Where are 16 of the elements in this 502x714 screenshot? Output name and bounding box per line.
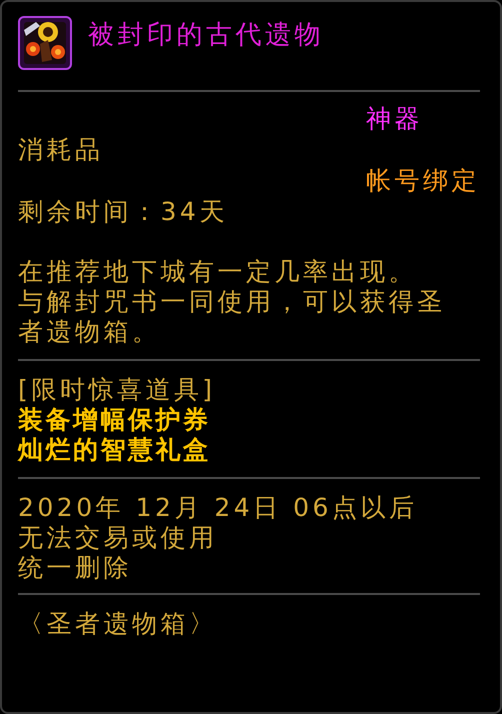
remaining-time: 剩余时间：34天 [18, 197, 229, 227]
surprise-item: 装备增幅保护券 [18, 405, 212, 435]
description-line: 者遗物箱。 [18, 317, 162, 347]
description-line: 与解封咒书一同使用，可以获得圣 [18, 287, 446, 317]
expiry-line: 统一删除 [18, 553, 133, 583]
description-line: 在推荐地下城有一定几率出现。 [18, 257, 418, 287]
binding-status: 帐号绑定 [366, 166, 480, 197]
expiry-line: 2020年 12月 24日 06点以后 [18, 493, 418, 523]
item-icon [18, 16, 72, 70]
surprise-label: [限时惊喜道具] [18, 375, 217, 405]
surprise-item: 灿烂的智慧礼盒 [18, 435, 212, 465]
item-name: 被封印的古代遗物 [88, 20, 324, 50]
item-type: 消耗品 [18, 135, 104, 166]
expiry-line: 无法交易或使用 [18, 523, 218, 553]
item-rarity: 神器 [366, 104, 424, 135]
set-name: 〈圣者遗物箱〉 [18, 609, 218, 639]
